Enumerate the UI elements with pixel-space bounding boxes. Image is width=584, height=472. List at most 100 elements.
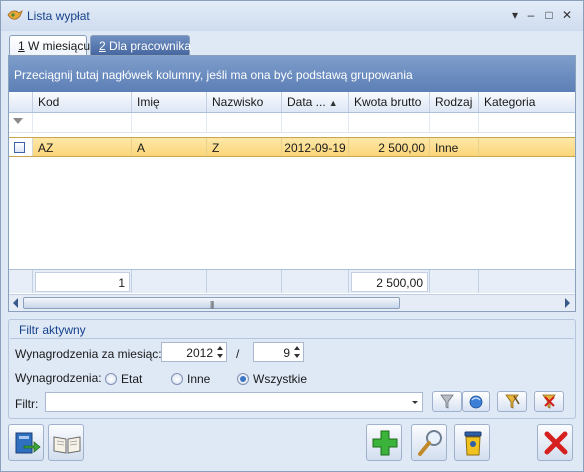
tab-label: W miesiącu [24, 39, 91, 53]
tab-label: Dla pracownika [105, 39, 192, 53]
add-button[interactable] [366, 424, 402, 461]
filter-advanced-button[interactable] [462, 391, 490, 412]
column-header-rodzaj[interactable]: Rodzaj [430, 92, 479, 112]
column-header-imie[interactable]: Imię [132, 92, 207, 112]
radio-etat[interactable] [105, 373, 117, 385]
column-label: Data ... [287, 95, 326, 109]
filter-cell-imie[interactable] [132, 113, 207, 132]
summary-blank [132, 270, 207, 293]
month-value: 9 [283, 346, 290, 360]
column-label: Nazwisko [212, 95, 264, 109]
summary-blank [9, 270, 33, 293]
summary-blank [207, 270, 282, 293]
header-selector [9, 92, 33, 112]
funnel-icon [440, 394, 454, 409]
export-icon [15, 432, 41, 454]
radio-wszystkie-label[interactable]: Wszystkie [253, 372, 307, 386]
column-header-nazwisko[interactable]: Nazwisko [207, 92, 282, 112]
radio-wszystkie[interactable] [237, 373, 249, 385]
cell-imie: A [132, 138, 207, 156]
column-label: Imię [137, 95, 160, 109]
column-header-kwota[interactable]: Kwota brutto [349, 92, 430, 112]
chevron-up-icon[interactable] [294, 346, 300, 350]
cell-nazwisko: Z [207, 138, 282, 156]
column-label: Kategoria [484, 95, 536, 109]
filter-button[interactable] [432, 391, 462, 412]
column-label: Rodzaj [435, 95, 473, 109]
app-icon [7, 9, 23, 20]
funnel-globe-icon [469, 395, 483, 409]
column-header-kategoria[interactable]: Kategoria [479, 92, 575, 112]
chevron-down-icon[interactable] [294, 354, 300, 358]
cell-rodzaj: Inne [430, 138, 479, 156]
radio-etat-label[interactable]: Etat [121, 372, 142, 386]
magnifier-icon [418, 430, 442, 456]
month-stepper[interactable]: 9 [253, 342, 304, 362]
filter-panel: Filtr aktywny Wynagrodzenia za miesiąc: … [8, 319, 576, 419]
book-button[interactable] [48, 424, 84, 461]
scroll-left-icon[interactable] [13, 298, 18, 308]
radio-inne-label[interactable]: Inne [187, 372, 210, 386]
filter-panel-title: Filtr aktywny [19, 323, 86, 337]
filter-cell-data[interactable] [282, 113, 349, 132]
summary-blank [479, 270, 575, 293]
tab-dla-pracownika[interactable]: 2 Dla pracownika [90, 35, 192, 55]
close-window-button[interactable]: ✕ [559, 8, 575, 22]
date-separator: / [236, 347, 240, 361]
horizontal-scrollbar[interactable]: ||| [9, 294, 575, 311]
export-button[interactable] [8, 424, 44, 461]
minimize-button[interactable]: – [523, 8, 539, 22]
year-stepper-arrows[interactable] [215, 344, 225, 360]
scroll-right-icon[interactable] [565, 298, 570, 308]
chevron-up-icon[interactable] [217, 346, 223, 350]
preview-button[interactable] [411, 424, 447, 461]
chevron-down-icon[interactable] [412, 401, 418, 404]
year-value: 2012 [186, 346, 213, 360]
month-stepper-arrows[interactable] [292, 344, 302, 360]
window-menu-button[interactable]: ▾ [507, 8, 523, 22]
filter-cell-kategoria[interactable] [479, 113, 575, 132]
window-title: Lista wypłat [27, 9, 90, 23]
filter-delete-button[interactable] [534, 391, 564, 412]
grid-filter-row [9, 113, 575, 133]
column-header-kod[interactable]: Kod [33, 92, 132, 112]
filter-label: Filtr: [15, 397, 39, 411]
summary-row: 1 2 500,00 [9, 269, 575, 293]
tab-w-miesiacu[interactable]: 1 W miesiącu [9, 35, 91, 56]
column-header-data[interactable]: Data ... ▲ [282, 92, 349, 112]
close-button[interactable] [537, 424, 573, 461]
maximize-button[interactable]: □ [541, 8, 557, 22]
summary-blank [430, 270, 479, 293]
title-bar: Lista wypłat ▾ – □ ✕ [1, 1, 583, 31]
cell-kategoria [479, 138, 575, 156]
book-icon [53, 436, 81, 454]
chevron-down-icon[interactable] [217, 354, 223, 358]
filter-row-icon-cell [9, 113, 33, 132]
table-row[interactable]: AZ A Z 2012-09-19 2 500,00 Inne [9, 137, 575, 157]
sort-ascending-icon: ▲ [328, 98, 338, 108]
summary-count: 1 [35, 272, 130, 292]
group-by-area[interactable]: Przeciągnij tutaj nagłówek kolumny, jeśl… [9, 56, 575, 92]
row-selector[interactable] [9, 138, 33, 156]
summary-blank [282, 270, 349, 293]
filter-clear-button[interactable] [497, 391, 527, 412]
summary-kwota-cell: 2 500,00 [349, 270, 430, 293]
radio-inne[interactable] [171, 373, 183, 385]
filter-row-funnel-icon [13, 118, 23, 124]
divider [10, 338, 574, 339]
scroll-thumb[interactable]: ||| [23, 297, 400, 309]
year-stepper[interactable]: 2012 [161, 342, 227, 362]
scroll-grip-icon: ||| [210, 300, 214, 309]
row-checkbox[interactable] [14, 142, 25, 153]
filter-cell-rodzaj[interactable] [430, 113, 479, 132]
grid-header: Kod Imię Nazwisko Data ... ▲ Kwota brutto… [9, 92, 575, 113]
delete-button[interactable] [454, 424, 490, 461]
filter-cell-kwota[interactable] [349, 113, 430, 132]
cell-kod: AZ [33, 138, 132, 156]
filter-cell-kod[interactable] [33, 113, 132, 132]
cell-data: 2012-09-19 [282, 138, 349, 156]
delete-bin-icon [464, 431, 482, 456]
filter-combo[interactable] [45, 392, 423, 412]
window: Lista wypłat ▾ – □ ✕ 1 W miesiącu 2 Dla … [0, 0, 584, 472]
filter-cell-nazwisko[interactable] [207, 113, 282, 132]
